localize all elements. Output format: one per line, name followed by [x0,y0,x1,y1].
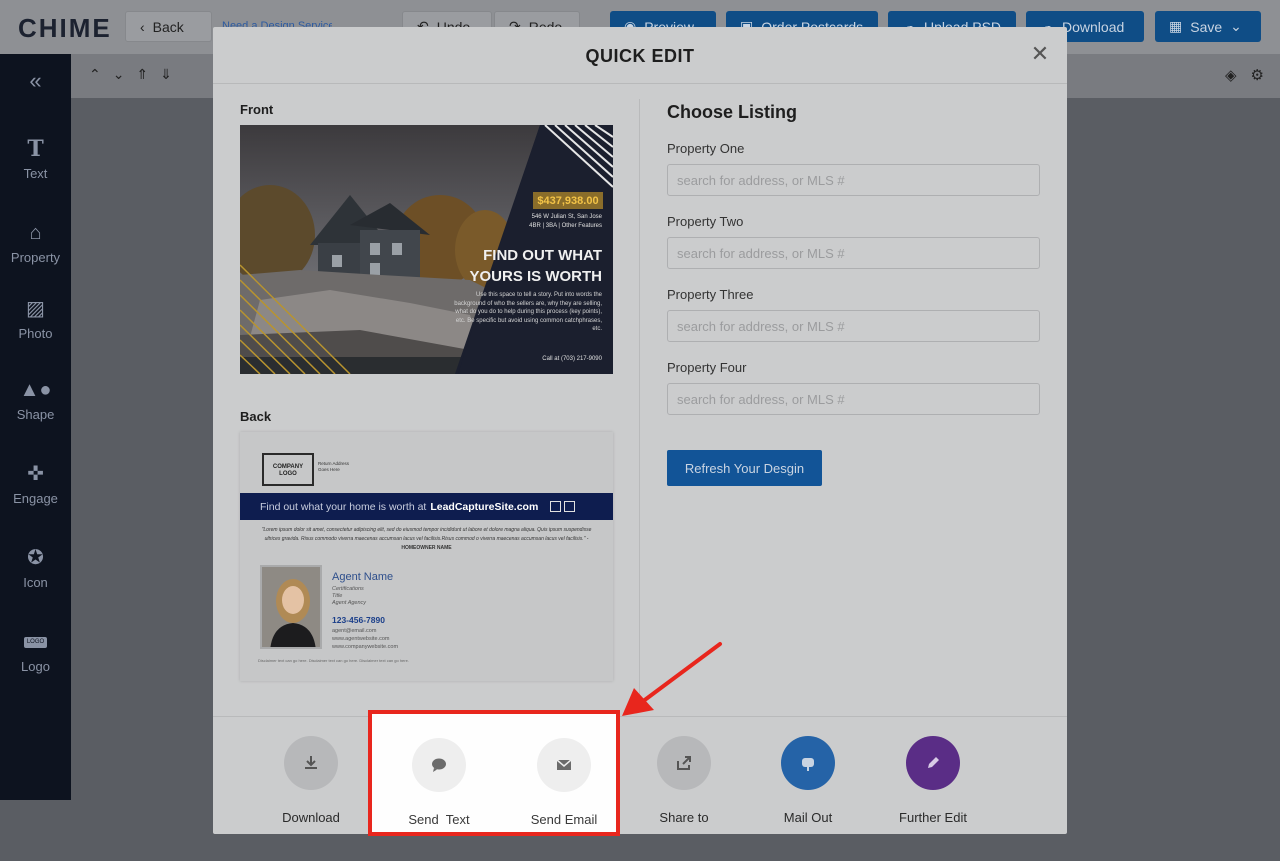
shape-icon: ▲● [19,379,52,401]
agent-photo [260,565,322,649]
save-button[interactable]: ▦ Save ⌄ [1155,11,1261,42]
sidebar-item-shape[interactable]: ▲● Shape [0,379,71,422]
back-button[interactable]: ‹ Back [125,11,212,42]
property-three-label: Property Three [667,287,754,302]
back-label: Back [240,409,272,424]
postcard-body-copy: Use this space to tell a story. Put into… [454,292,602,332]
logo-icon: LOGO [0,631,71,653]
close-icon[interactable]: ✕ [1029,43,1051,65]
further-edit-action[interactable]: Further Edit [878,736,988,825]
front-postcard-preview[interactable]: $437,938.00 546 W Julian St, San Jose 4B… [240,125,613,374]
property-three-input[interactable] [667,310,1040,342]
chevron-left-icon: ‹ [140,18,145,35]
photo-icon: ▨ [26,298,45,320]
action-bar: Download Share to Mail Out Further Edit [213,716,1067,834]
house-icon: ⌂ [29,222,42,244]
text-icon: T [27,136,44,162]
property-two-input[interactable] [667,237,1040,269]
disclaimer-text: Disclaimer text can go here. Disclaimer … [258,658,409,663]
property-four-label: Property Four [667,360,747,375]
sidebar-item-engage[interactable]: ✜ Engage [0,463,71,506]
listing-price: $437,938.00 [533,192,603,209]
left-sidebar: « T Text ⌂ Property ▨ Photo ▲● Shape ✜ E… [0,54,71,800]
agent-portrait [262,567,320,647]
modal-title: QUICK EDIT [585,46,695,66]
chat-bubble-icon [412,738,466,792]
refresh-design-button[interactable]: Refresh Your Desgin [667,450,822,486]
chime-logo: CHIME [18,13,112,43]
pencil-icon [906,736,960,790]
property-four-input[interactable] [667,383,1040,415]
move-down-icon[interactable]: ⌄ [113,66,125,83]
postcard-call: Call at (703) 217-9090 [542,356,602,362]
back-postcard-preview[interactable]: COMPANY LOGO Return Address Goes Here Fi… [240,432,613,681]
layers-icon[interactable]: ◈ [1225,66,1237,84]
mail-out-action[interactable]: Mail Out [753,736,863,825]
floppy-icon: ▦ [1169,18,1183,34]
move-top-icon[interactable]: ⇑ [136,66,148,83]
choose-listing-title: Choose Listing [667,102,797,122]
modal-header: QUICK EDIT ✕ [213,27,1067,84]
download-icon [284,736,338,790]
listing-address: 546 W Julian St, San Jose 4BR | 3BA | Ot… [529,214,602,229]
property-two-label: Property Two [667,214,744,229]
chevron-down-icon: ⌄ [1230,18,1242,34]
download-action[interactable]: Download [256,736,366,825]
highlight-box: Send Text Send Email [368,710,620,836]
sidebar-item-logo[interactable]: LOGO Logo [0,631,71,674]
sidebar-item-photo[interactable]: ▨ Photo [0,298,71,341]
agent-details: Certifications Title Agent Agency [332,586,367,606]
send-email-action[interactable]: Send Email [509,738,619,827]
equal-housing-icon [564,501,576,512]
agent-contact: agent@email.com www.agentwebsite.com www… [332,628,399,650]
engage-icon: ✜ [27,463,44,485]
return-address: Return Address Goes Here [318,461,350,472]
sidebar-item-icon[interactable]: ✪ Icon [0,547,71,590]
lead-capture-banner: Find out what your home is worth at Lead… [240,493,613,520]
company-logo-placeholder: COMPANY LOGO [262,453,314,486]
move-up-icon[interactable]: ⌃ [89,66,101,83]
testimonial-quote: "Lorem ipsum dolor sit amet, consectetur… [261,527,592,551]
column-divider [639,99,640,709]
collapse-sidebar-icon[interactable]: « [0,68,71,94]
front-label: Front [240,102,274,117]
mailbox-icon [781,736,835,790]
agent-phone: 123-456-7890 [332,615,385,625]
realtor-icon [550,501,562,512]
star-icon: ✪ [27,547,44,569]
postcard-headline: FIND OUT WHAT YOURS IS WORTH [469,247,602,285]
send-text-action[interactable]: Send Text [384,738,494,827]
sidebar-item-property[interactable]: ⌂ Property [0,222,71,265]
move-bottom-icon[interactable]: ⇓ [160,66,172,83]
agent-name: Agent Name [332,571,394,583]
property-one-input[interactable] [667,164,1040,196]
gear-icon[interactable]: ⚙ [1251,66,1264,84]
sidebar-item-text[interactable]: T Text [0,138,71,181]
share-icon [657,736,711,790]
property-one-label: Property One [667,141,745,156]
red-arrow-annotation [622,642,722,716]
envelope-icon [537,738,591,792]
share-action[interactable]: Share to [629,736,739,825]
